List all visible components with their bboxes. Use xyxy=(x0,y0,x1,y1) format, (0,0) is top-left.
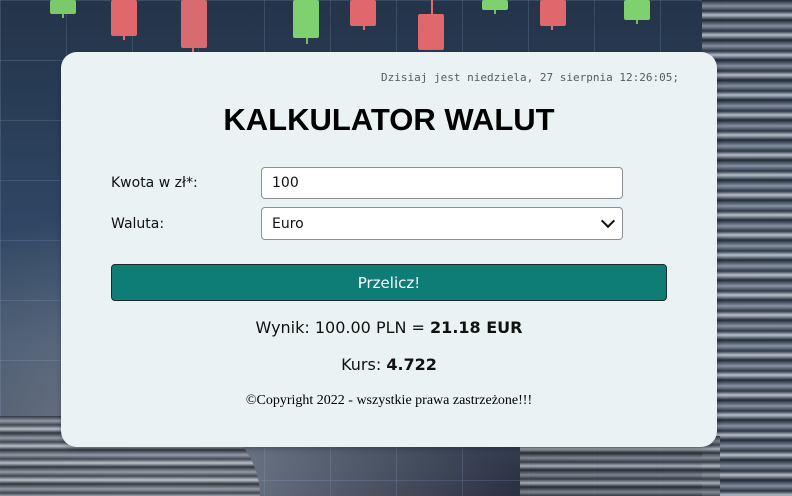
currency-select[interactable]: Euro xyxy=(261,207,623,240)
page-title: KALKULATOR WALUT xyxy=(223,102,555,137)
result-line: Wynik: 100.00 PLN = 21.18 EUR xyxy=(61,318,717,337)
currency-label: Waluta: xyxy=(111,216,165,232)
rate-prefix: Kurs: xyxy=(341,355,387,374)
rate-line: Kurs: 4.722 xyxy=(61,355,717,374)
convert-button[interactable]: Przelicz! xyxy=(111,264,667,301)
chart-candle xyxy=(111,0,137,36)
chart-candle xyxy=(50,0,76,14)
chart-candle xyxy=(540,0,566,26)
result-prefix: Wynik: 100.00 PLN = xyxy=(255,318,431,337)
result-value: 21.18 EUR xyxy=(430,318,523,337)
copyright-text: ©Copyright 2022 - wszystkie prawa zastrz… xyxy=(245,393,533,408)
current-datetime: Dzisiaj jest niedziela, 27 sierpnia 12:2… xyxy=(380,71,679,84)
amount-label: Kwota w zł*: xyxy=(111,175,198,191)
calculator-card: Dzisiaj jest niedziela, 27 sierpnia 12:2… xyxy=(61,52,717,447)
chart-candle xyxy=(181,0,207,48)
chart-candle xyxy=(482,0,508,10)
currency-selected-value: Euro xyxy=(272,215,304,232)
rate-value: 4.722 xyxy=(386,355,437,374)
chart-candle xyxy=(418,14,444,50)
chevron-down-icon xyxy=(600,213,616,229)
chart-candle xyxy=(293,0,319,38)
amount-input[interactable] xyxy=(261,167,623,199)
chart-candle xyxy=(350,0,376,26)
chart-candle xyxy=(624,0,650,20)
